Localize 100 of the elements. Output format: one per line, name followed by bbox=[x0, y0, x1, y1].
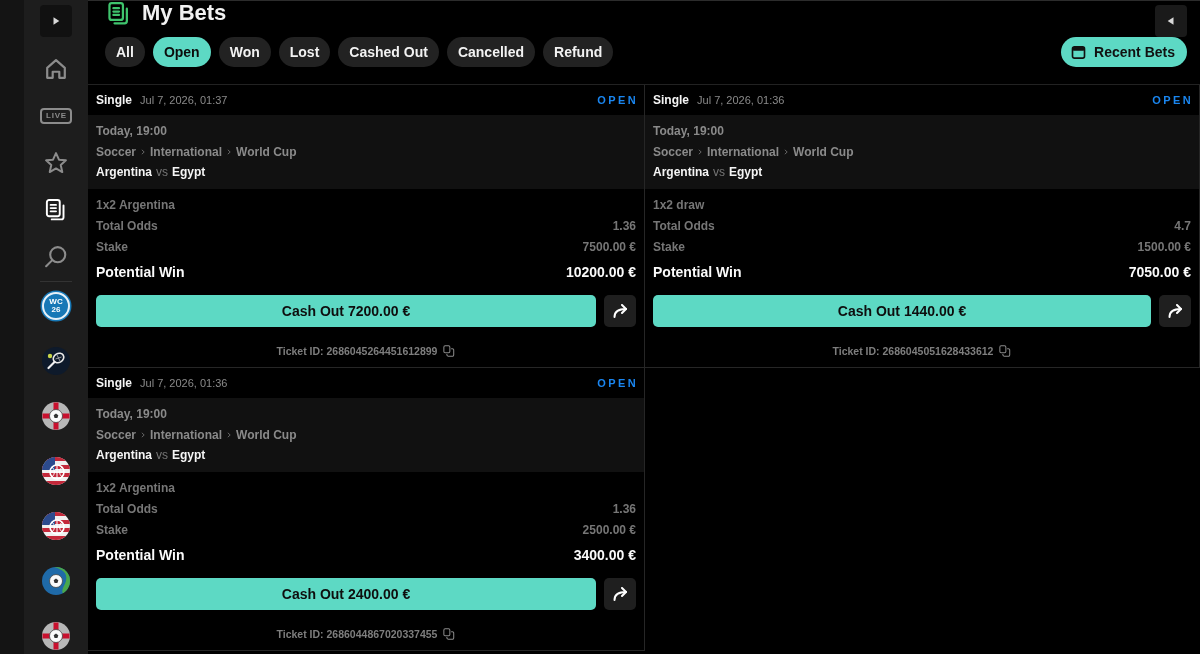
team-name: Egypt bbox=[172, 165, 206, 180]
soccer-ball-flag-icon bbox=[42, 402, 70, 430]
cash-out-button[interactable]: Cash Out 1440.00 € bbox=[653, 295, 1151, 327]
odds-label: Total Odds bbox=[96, 501, 158, 516]
odds-value: 1.36 bbox=[612, 218, 636, 233]
filter-tab[interactable]: Cancelled bbox=[446, 37, 536, 67]
stake-label: Stake bbox=[653, 240, 686, 254]
breadcrumb-item: World Cup bbox=[236, 144, 297, 159]
sport-link[interactable] bbox=[42, 622, 70, 650]
live-link[interactable]: LIVE bbox=[36, 96, 76, 136]
star-icon bbox=[45, 152, 67, 174]
share-button[interactable] bbox=[604, 295, 636, 327]
event-time: Today, 19:00 bbox=[653, 124, 724, 139]
selection-label: 1x2 Argentina bbox=[96, 480, 175, 495]
curved-arrow-icon bbox=[1167, 304, 1183, 318]
sport-link[interactable] bbox=[42, 567, 70, 595]
curved-arrow-icon bbox=[612, 587, 628, 601]
potential-win-label: Potential Win bbox=[96, 547, 185, 563]
bet-date: Jul 7, 2026, 01:36 bbox=[140, 377, 228, 389]
team-name: Argentina bbox=[96, 448, 152, 463]
sport-link[interactable] bbox=[42, 512, 70, 540]
filter-tab[interactable]: Lost bbox=[278, 37, 331, 67]
live-tag: LIVE bbox=[40, 108, 72, 124]
team-name: Egypt bbox=[729, 165, 763, 180]
bet-status: OPEN bbox=[597, 94, 638, 106]
chevron-icon bbox=[784, 148, 789, 155]
bet-date: Jul 7, 2026, 01:37 bbox=[140, 94, 228, 106]
breadcrumb-item: Soccer bbox=[96, 427, 137, 442]
calendar-icon bbox=[1071, 44, 1087, 60]
soccer-ball-flag-icon bbox=[42, 622, 70, 650]
tennis-racket-icon bbox=[42, 347, 70, 375]
cash-out-button[interactable]: Cash Out 7200.00 € bbox=[96, 295, 596, 327]
filter-tab[interactable]: Open bbox=[152, 37, 211, 67]
chevron-icon bbox=[698, 148, 703, 155]
chevron-icon bbox=[141, 148, 146, 155]
breadcrumb-item: World Cup bbox=[793, 144, 854, 159]
chevron-icon bbox=[141, 431, 146, 438]
bet-status: OPEN bbox=[1152, 94, 1193, 106]
stake-value: 1500.00 € bbox=[1137, 240, 1191, 254]
ticket-id: Ticket ID: 2686045264451612899 bbox=[276, 345, 438, 357]
odds-value: 4.7 bbox=[1174, 218, 1191, 233]
expand-button[interactable] bbox=[40, 5, 72, 37]
odds-label: Total Odds bbox=[653, 218, 715, 233]
chevron-icon bbox=[227, 431, 232, 438]
chevron-icon bbox=[227, 148, 232, 155]
share-button[interactable] bbox=[604, 578, 636, 610]
curved-arrow-icon bbox=[612, 304, 628, 318]
event-time: Today, 19:00 bbox=[96, 407, 167, 422]
copy-icon[interactable] bbox=[999, 345, 1012, 357]
breadcrumb-item: Soccer bbox=[96, 144, 137, 159]
share-button[interactable] bbox=[1159, 295, 1191, 327]
copy-icon[interactable] bbox=[443, 345, 456, 357]
odds-value: 1.36 bbox=[612, 501, 636, 516]
bet-type: Single bbox=[96, 376, 132, 390]
stake-value: 2500.00 € bbox=[582, 523, 636, 537]
sport-link[interactable] bbox=[42, 347, 70, 375]
bet-status: OPEN bbox=[597, 377, 638, 389]
caret-right-icon bbox=[51, 16, 61, 26]
caret-left-icon bbox=[1166, 16, 1176, 26]
search-icon bbox=[45, 246, 67, 268]
breadcrumb-item: World Cup bbox=[236, 427, 297, 442]
versus-label: vs bbox=[156, 165, 168, 180]
filter-tab[interactable]: Cashed Out bbox=[338, 37, 439, 67]
basketball-flag-icon bbox=[42, 512, 70, 540]
filter-tab[interactable]: Refund bbox=[543, 37, 614, 67]
tournament-link[interactable]: WC 26 bbox=[42, 292, 70, 320]
bet-type: Single bbox=[96, 93, 132, 107]
potential-win-value: 7050.00 € bbox=[1128, 264, 1191, 280]
breadcrumb-item: Soccer bbox=[653, 144, 694, 159]
stake-value: 7500.00 € bbox=[582, 240, 636, 254]
filter-tab[interactable]: Won bbox=[218, 37, 271, 67]
filter-tab[interactable]: All bbox=[105, 37, 145, 67]
stake-label: Stake bbox=[96, 240, 129, 254]
stake-label: Stake bbox=[96, 523, 129, 537]
collapse-button[interactable] bbox=[1155, 5, 1187, 37]
potential-win-label: Potential Win bbox=[653, 264, 742, 280]
selection-label: 1x2 Argentina bbox=[96, 197, 175, 212]
page-title: My Bets bbox=[142, 1, 227, 25]
selection-label: 1x2 draw bbox=[653, 197, 705, 212]
basketball-flag-icon bbox=[42, 457, 70, 485]
potential-win-label: Potential Win bbox=[96, 264, 185, 280]
documents-icon bbox=[45, 199, 67, 221]
ticket-id: Ticket ID: 2686044867020337455 bbox=[276, 628, 438, 640]
sport-link[interactable] bbox=[42, 402, 70, 430]
bet-type: Single bbox=[653, 93, 689, 107]
recent-bets-button[interactable]: Recent Bets bbox=[1061, 37, 1187, 67]
potential-win-value: 3400.00 € bbox=[573, 547, 636, 563]
team-name: Egypt bbox=[172, 448, 206, 463]
versus-label: vs bbox=[156, 448, 168, 463]
bet-date: Jul 7, 2026, 01:36 bbox=[697, 94, 785, 106]
soccer-ball-globe-icon bbox=[42, 567, 70, 595]
odds-label: Total Odds bbox=[96, 218, 158, 233]
copy-icon[interactable] bbox=[443, 628, 456, 640]
sport-link[interactable] bbox=[42, 457, 70, 485]
documents-icon bbox=[108, 1, 130, 25]
breadcrumb-item: International bbox=[150, 144, 223, 159]
ticket-id: Ticket ID: 2686045051628433612 bbox=[832, 345, 994, 357]
home-icon bbox=[45, 58, 67, 80]
cash-out-button[interactable]: Cash Out 2400.00 € bbox=[96, 578, 596, 610]
event-time: Today, 19:00 bbox=[96, 124, 167, 139]
